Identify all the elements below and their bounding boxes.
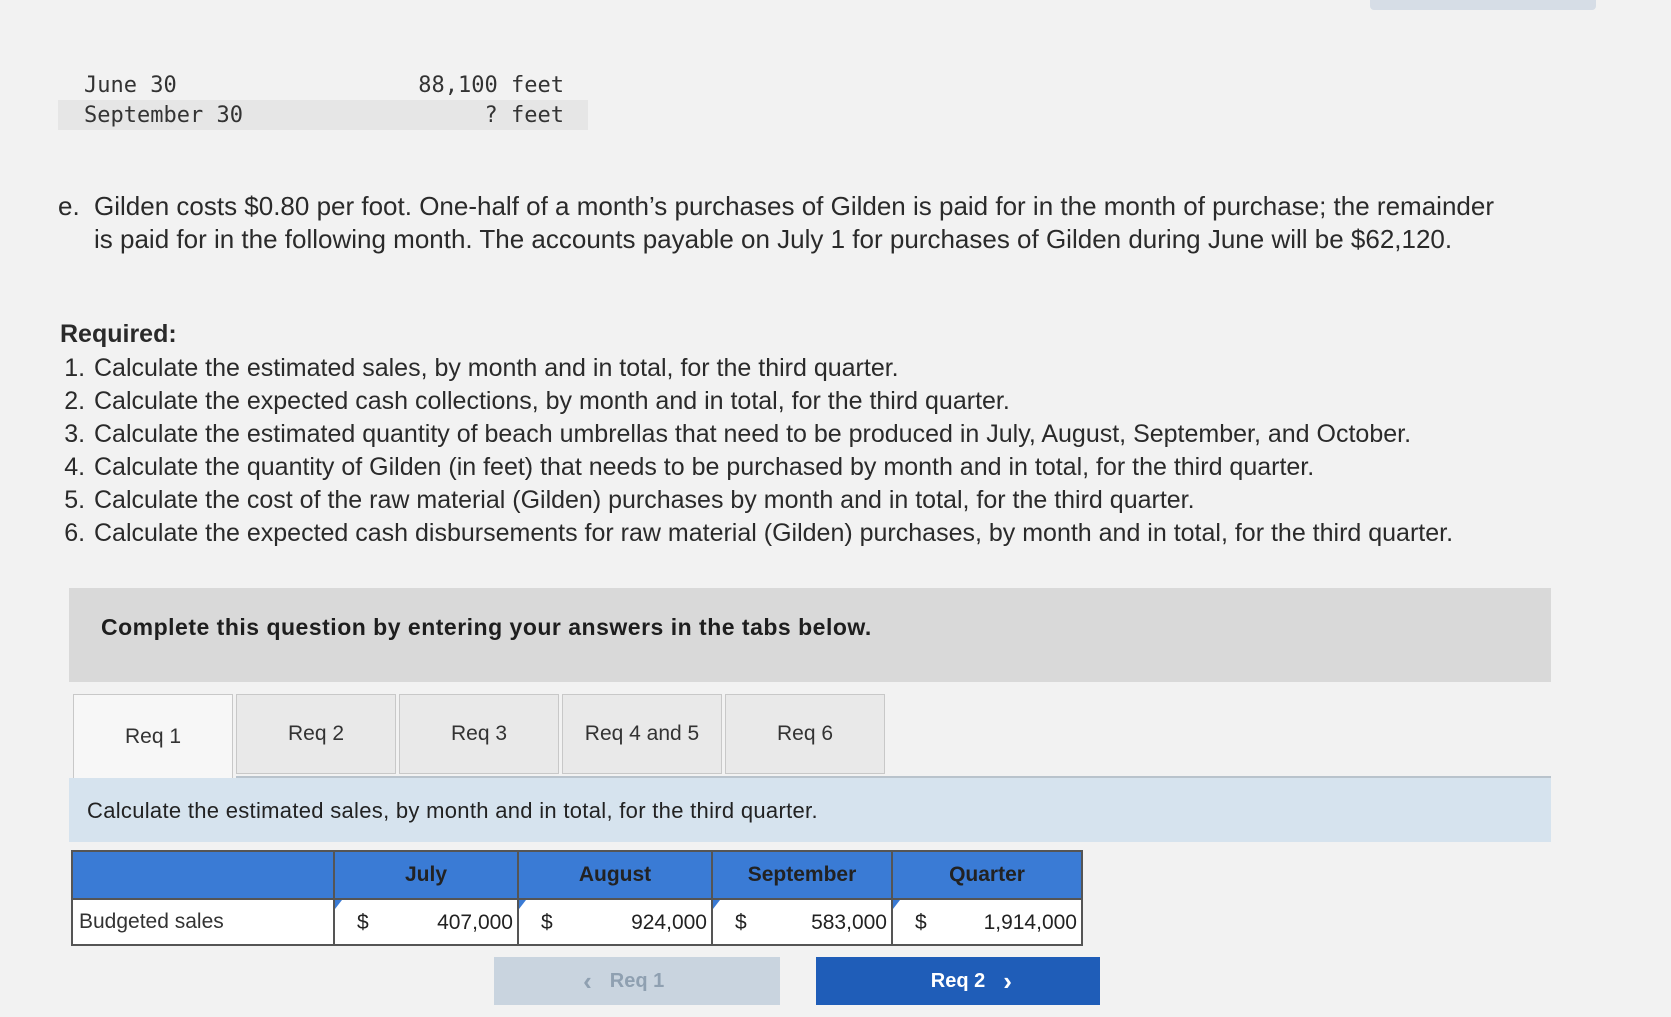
inventory-row-label: June 30 [84, 72, 177, 98]
instruction-banner: Calculate the estimated sales, by month … [69, 778, 1551, 842]
prev-req-button[interactable]: ‹ Req 1 › [494, 957, 780, 1005]
item-e-line2: is paid for in the following month. The … [94, 224, 1453, 254]
required-item: Calculate the expected cash disbursement… [92, 517, 1620, 550]
inventory-table: June 30 88,100 feet September 30 ? feet [58, 70, 588, 130]
july-sales-value: 407,000 [437, 911, 513, 934]
required-title: Required: [60, 320, 177, 348]
september-sales-value: 583,000 [811, 911, 887, 934]
header-july: July [333, 850, 519, 900]
required-item: Calculate the expected cash collections,… [92, 385, 1620, 418]
currency-symbol: $ [357, 911, 369, 934]
currency-symbol: $ [915, 911, 927, 934]
header-quarter: Quarter [891, 850, 1083, 900]
currency-symbol: $ [735, 911, 747, 934]
next-req-button[interactable]: ‹ Req 2 › [816, 957, 1100, 1005]
header-blank [71, 850, 335, 900]
next-req-label: Req 2 [930, 969, 986, 992]
inventory-row: September 30 ? feet [58, 100, 588, 130]
required-section: Required: Calculate the estimated sales,… [60, 318, 1620, 550]
currency-symbol: $ [541, 911, 553, 934]
chevron-left-icon: ‹ [583, 966, 592, 996]
item-e-text1: Gilden costs $0.80 per foot. One-half of… [94, 191, 1494, 221]
header-september: September [711, 850, 893, 900]
top-bar-tab [1370, 0, 1596, 10]
required-item: Calculate the estimated sales, by month … [92, 352, 1620, 385]
table-row: Budgeted sales $ 407,000 $ 924,000 $ 583… [71, 898, 1083, 946]
item-e-marker: e. [58, 191, 80, 221]
complete-prompt-box: Complete this question by entering your … [69, 588, 1551, 682]
required-list: Calculate the estimated sales, by month … [60, 352, 1620, 550]
september-sales-input[interactable]: $ 583,000 [711, 898, 893, 946]
august-sales-value: 924,000 [631, 911, 707, 934]
july-sales-input[interactable]: $ 407,000 [333, 898, 519, 946]
tab-req-3[interactable]: Req 3 [399, 694, 559, 774]
sales-header-row: July August September Quarter [71, 850, 1083, 900]
instruction-text: Calculate the estimated sales, by month … [87, 798, 818, 823]
prev-req-label: Req 1 [609, 969, 665, 992]
required-item: Calculate the quantity of Gilden (in fee… [92, 451, 1620, 484]
inventory-row-value: ? feet [484, 102, 564, 128]
inventory-row-value: 88,100 feet [418, 72, 564, 98]
sales-table: July August September Quarter Budgeted s… [71, 850, 1083, 946]
complete-prompt-text: Complete this question by entering your … [101, 614, 872, 640]
chevron-right-icon: › [1003, 966, 1012, 996]
inventory-row-label: September 30 [84, 102, 243, 128]
tab-req-6[interactable]: Req 6 [725, 694, 885, 774]
item-e-paragraph: e. Gilden costs $0.80 per foot. One-half … [58, 190, 1598, 256]
required-item: Calculate the estimated quantity of beac… [92, 418, 1620, 451]
august-sales-input[interactable]: $ 924,000 [517, 898, 713, 946]
tab-req-4-and-5[interactable]: Req 4 and 5 [562, 694, 722, 774]
quarter-sales-value: 1,914,000 [983, 911, 1077, 934]
tab-req-1[interactable]: Req 1 [73, 694, 233, 778]
item-e-line1: e. Gilden costs $0.80 per foot. One-half … [58, 190, 1598, 223]
required-item: Calculate the cost of the raw material (… [92, 484, 1620, 517]
tab-req-2[interactable]: Req 2 [236, 694, 396, 774]
inventory-row: June 30 88,100 feet [58, 70, 588, 100]
quarter-sales-input[interactable]: $ 1,914,000 [891, 898, 1083, 946]
header-august: August [517, 850, 713, 900]
budgeted-sales-label: Budgeted sales [71, 898, 335, 946]
